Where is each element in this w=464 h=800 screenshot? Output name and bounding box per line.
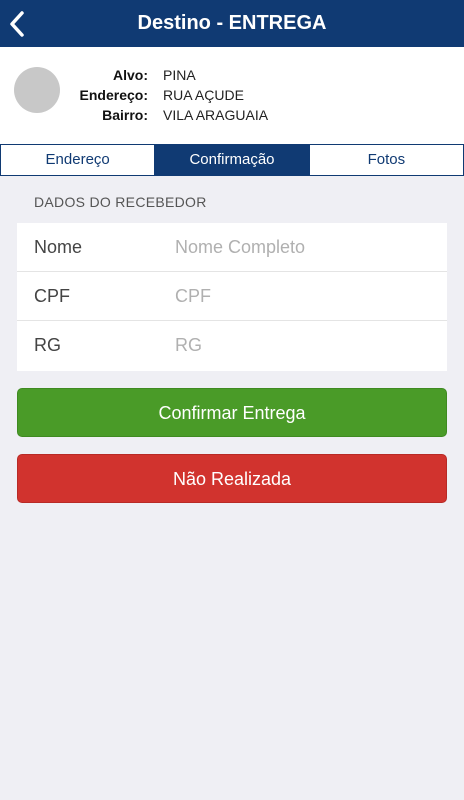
endereco-row: Endereço: RUA AÇUDE (0, 87, 464, 107)
tab-endereco[interactable]: Endereço (1, 145, 156, 175)
not-delivered-button[interactable]: Não Realizada (17, 454, 447, 503)
bairro-label: Bairro: (102, 107, 148, 123)
page-title: Destino - ENTREGA (137, 12, 327, 34)
alvo-row: Alvo: PINA (0, 67, 464, 87)
section-title: DADOS DO RECEBEDOR (34, 194, 207, 210)
target-info-card: Alvo: PINA Endereço: RUA AÇUDE Bairro: V… (0, 47, 464, 144)
alvo-value: PINA (163, 67, 196, 83)
confirm-delivery-button[interactable]: Confirmar Entrega (17, 388, 447, 437)
tab-confirmacao[interactable]: Confirmação (155, 145, 310, 175)
bairro-value: VILA ARAGUAIA (163, 107, 269, 123)
nome-input[interactable] (175, 231, 435, 264)
form-row-rg: RG (17, 321, 447, 370)
tab-fotos[interactable]: Fotos (310, 145, 463, 175)
nome-label: Nome (34, 237, 83, 257)
form-row-nome: Nome (17, 223, 447, 272)
rg-input[interactable] (175, 329, 435, 362)
cpf-input[interactable] (175, 280, 435, 313)
cpf-label: CPF (34, 286, 70, 306)
segmented-tabs: Endereço Confirmação Fotos (0, 144, 464, 176)
receiver-form: Nome CPF RG (17, 223, 447, 371)
endereco-label: Endereço: (79, 87, 148, 103)
form-row-cpf: CPF (17, 272, 447, 321)
bairro-row: Bairro: VILA ARAGUAIA (0, 107, 464, 127)
top-navbar: Destino - ENTREGA (0, 0, 464, 47)
rg-label: RG (34, 335, 61, 355)
endereco-value: RUA AÇUDE (163, 87, 244, 103)
alvo-label: Alvo: (113, 67, 148, 83)
